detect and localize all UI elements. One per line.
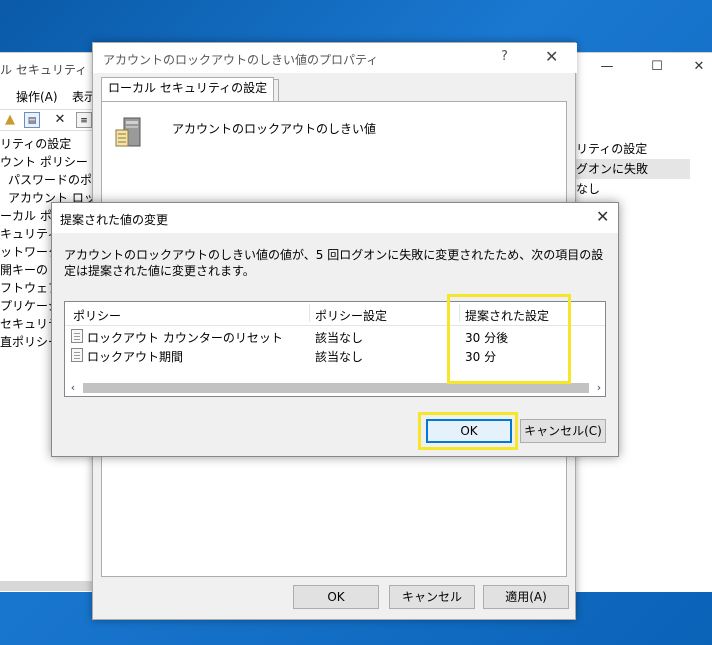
column-header-suggested-setting[interactable]: 提案された設定: [465, 307, 549, 324]
list-item[interactable]: ロックアウト カウンターのリセット 該当なし 30 分後: [65, 327, 605, 346]
close-icon[interactable]: ✕: [596, 207, 609, 226]
suggested-value-changes-dialog: 提案された値の変更 ✕ アカウントのロックアウトのしきい値の値が、5 回ログオン…: [51, 202, 619, 457]
dialog-title-bar: 提案された値の変更 ✕: [52, 203, 618, 233]
column-separator[interactable]: [309, 304, 310, 322]
column-header-policy-setting[interactable]: ポリシー設定: [315, 307, 387, 324]
delete-icon[interactable]: ✕: [52, 112, 68, 128]
help-icon[interactable]: ?: [501, 49, 508, 64]
dialog-ok-button[interactable]: OK: [426, 419, 512, 443]
tree-item[interactable]: リティの設定: [0, 135, 95, 153]
column-separator[interactable]: [459, 304, 460, 322]
list-horizontal-scrollbar[interactable]: ‹ ›: [65, 380, 605, 396]
properties-title-bar: アカウントのロックアウトのしきい値のプロパティ ? ✕: [93, 43, 577, 73]
ok-button[interactable]: OK: [293, 585, 379, 609]
row-policy: ロックアウト カウンターのリセット: [87, 331, 283, 345]
tree-item[interactable]: ウント ポリシー: [0, 153, 95, 171]
suggested-settings-list: ポリシー ポリシー設定 提案された設定 ロックアウト カウンターのリセット 該当…: [64, 301, 606, 397]
row-suggested: 30 分: [465, 350, 497, 364]
detail-value[interactable]: なし: [576, 179, 712, 199]
properties-buttons: OK キャンセル 適用(A): [93, 585, 577, 611]
dialog-title: 提案された値の変更: [60, 213, 169, 227]
close-icon[interactable]: ✕: [684, 59, 712, 74]
policy-document-icon: [71, 329, 83, 343]
detail-value-selected[interactable]: グオンに失敗: [576, 159, 690, 179]
column-header-security-setting[interactable]: リティの設定: [576, 139, 712, 159]
list-header: ポリシー ポリシー設定 提案された設定: [65, 302, 605, 326]
dialog-message: アカウントのロックアウトのしきい値の値が、5 回ログオンに失敗に変更されたため、…: [64, 248, 604, 278]
scroll-left-icon[interactable]: ‹: [65, 380, 81, 396]
policy-name: アカウントのロックアウトのしきい値: [172, 122, 377, 136]
tree-item[interactable]: パスワードのポリシー: [0, 171, 95, 189]
list-item[interactable]: ロックアウト期間 該当なし 30 分: [65, 346, 605, 365]
apply-button[interactable]: 適用(A): [483, 585, 569, 609]
policy-document-icon: [71, 348, 83, 362]
scroll-right-icon[interactable]: ›: [591, 380, 605, 396]
properties-pane-icon[interactable]: ▤: [24, 112, 40, 128]
mmc-detail-pane: リティの設定 グオンに失敗 なし: [576, 139, 712, 199]
export-list-icon[interactable]: ≡: [76, 112, 92, 128]
scroll-thumb[interactable]: [83, 383, 589, 393]
column-header-policy[interactable]: ポリシー: [73, 307, 121, 324]
row-suggested: 30 分後: [465, 331, 509, 345]
menu-action[interactable]: 操作(A): [16, 88, 58, 105]
cancel-button[interactable]: キャンセル: [389, 585, 475, 609]
close-icon[interactable]: ✕: [545, 47, 558, 66]
server-policy-icon: [115, 117, 141, 147]
mmc-toolbar: ▲ ▤ ✕ ≡: [0, 109, 100, 131]
tab-local-security-setting[interactable]: ローカル セキュリティの設定: [101, 77, 275, 101]
folder-up-icon[interactable]: ▲: [2, 112, 18, 128]
minimize-icon[interactable]: —: [592, 59, 622, 74]
row-setting: 該当なし: [315, 350, 364, 364]
mmc-tree-scrollbar[interactable]: [0, 581, 95, 591]
row-policy: ロックアウト期間: [87, 350, 184, 364]
properties-title: アカウントのロックアウトのしきい値のプロパティ: [103, 53, 379, 67]
dialog-cancel-button[interactable]: キャンセル(C): [520, 419, 606, 443]
maximize-icon[interactable]: ☐: [642, 59, 672, 74]
row-setting: 該当なし: [315, 331, 364, 345]
